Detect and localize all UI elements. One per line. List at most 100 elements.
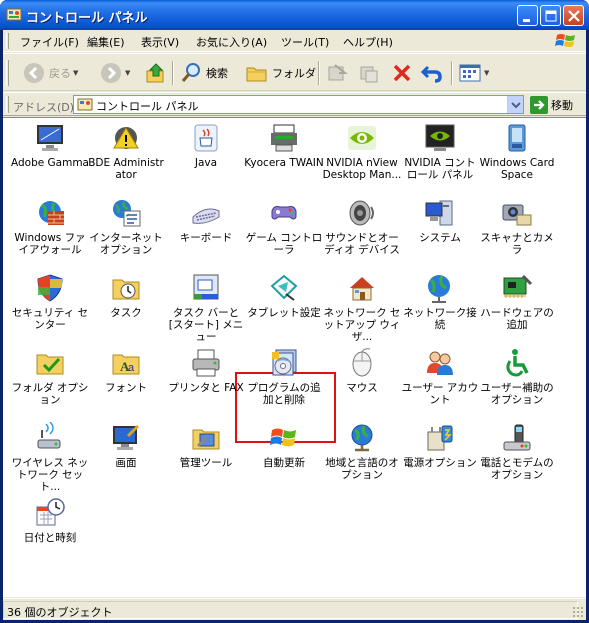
cp-item-20[interactable]: ハードウェアの追加 bbox=[477, 268, 557, 342]
cp-item-6[interactable]: Windows CardSpace bbox=[477, 118, 557, 192]
cp-item-0[interactable]: Adobe Gamma bbox=[10, 118, 90, 192]
minimize-button[interactable] bbox=[517, 5, 538, 26]
forward-dropdown-icon[interactable]: ▼ bbox=[125, 69, 130, 77]
up-folder-button[interactable] bbox=[144, 60, 168, 86]
cp-item-10[interactable]: ゲーム コントローラ bbox=[244, 193, 324, 267]
cp-item-27[interactable]: ユーザー補助のオプション bbox=[477, 343, 557, 417]
keyboard-icon bbox=[192, 208, 220, 224]
cp-item-26[interactable]: ユーザー アカウント bbox=[400, 343, 480, 417]
taskbar-icon bbox=[193, 274, 219, 300]
menu-tools[interactable]: ツール(T) bbox=[281, 34, 329, 50]
search-button[interactable]: 検索 bbox=[179, 60, 228, 86]
cp-item-8[interactable]: インターネット オプション bbox=[86, 193, 166, 267]
explorer-window: コントロール パネル ファイル(F) 編集(E) 表示(V) お気に入り(A) … bbox=[0, 0, 589, 623]
cp-item-29[interactable]: 画面 bbox=[86, 418, 166, 492]
item-label: ハードウェアの追加 bbox=[480, 307, 554, 331]
clock-calendar-icon bbox=[36, 498, 65, 526]
minimize-icon bbox=[523, 19, 530, 22]
network-globe-icon bbox=[428, 275, 450, 303]
item-label: 日付と時刻 bbox=[23, 532, 77, 544]
cp-item-14[interactable]: セキュリティ センター bbox=[10, 268, 90, 342]
cp-item-24[interactable]: プログラムの追加と削除 bbox=[244, 343, 324, 417]
gamepad-icon bbox=[271, 206, 297, 220]
folders-icon bbox=[246, 67, 267, 82]
back-button[interactable]: 戻る ▼ bbox=[22, 60, 78, 86]
control-panel-icon bbox=[6, 8, 22, 21]
cp-item-3[interactable]: Kyocera TWAIN bbox=[244, 118, 324, 192]
security-shield-icon bbox=[37, 274, 63, 302]
maximize-button[interactable] bbox=[540, 5, 561, 26]
item-label: スキャナとカメラ bbox=[480, 232, 554, 256]
cp-item-35[interactable]: 日付と時刻 bbox=[10, 493, 90, 567]
cp-item-7[interactable]: Windows ファイアウォール bbox=[10, 193, 90, 267]
cp-item-11[interactable]: サウンドとオーディオ デバイス bbox=[322, 193, 402, 267]
wireless-icon bbox=[37, 422, 61, 449]
cp-item-5[interactable]: NVIDIA コントロール パネル bbox=[400, 118, 480, 192]
views-dropdown-icon[interactable]: ▼ bbox=[484, 69, 489, 77]
undo-icon bbox=[420, 65, 442, 83]
cp-item-9[interactable]: キーボード bbox=[166, 193, 246, 267]
cp-item-18[interactable]: ネットワーク セットアップ ウィザ... bbox=[322, 268, 402, 343]
address-input[interactable]: コントロール パネル bbox=[73, 95, 524, 114]
status-text: 36 個のオブジェクト bbox=[7, 606, 113, 619]
cp-item-28[interactable]: ワイヤレス ネットワーク セット... bbox=[10, 418, 90, 493]
users-icon bbox=[427, 351, 453, 375]
close-button[interactable] bbox=[563, 5, 584, 26]
resize-grip[interactable] bbox=[572, 606, 584, 618]
cp-item-4[interactable]: NVIDIA nView Desktop Man... bbox=[322, 118, 402, 192]
cp-item-34[interactable]: 電話とモデムのオプション bbox=[477, 418, 557, 492]
forward-button[interactable]: ▼ bbox=[99, 60, 130, 86]
menu-view[interactable]: 表示(V) bbox=[141, 34, 179, 50]
toolbar-separator bbox=[318, 61, 320, 85]
addressbar-grip bbox=[6, 96, 9, 113]
cp-item-21[interactable]: フォルダ オプション bbox=[10, 343, 90, 417]
menu-help[interactable]: ヘルプ(H) bbox=[343, 34, 393, 50]
item-label: タブレット設定 bbox=[247, 307, 321, 319]
java-cup-icon bbox=[194, 124, 218, 152]
cp-item-32[interactable]: 地域と言語のオプション bbox=[322, 418, 402, 492]
copy-to-icon bbox=[360, 66, 378, 83]
cp-item-19[interactable]: ネットワーク接続 bbox=[400, 268, 480, 342]
item-label: キーボード bbox=[179, 232, 233, 244]
menu-edit[interactable]: 編集(E) bbox=[87, 34, 125, 50]
menu-file[interactable]: ファイル(F) bbox=[20, 34, 79, 50]
item-label: 電話とモデムのオプション bbox=[480, 457, 554, 481]
move-to-button[interactable] bbox=[325, 60, 349, 86]
cp-item-2[interactable]: Java bbox=[166, 118, 246, 192]
cp-item-17[interactable]: タブレット設定 bbox=[244, 268, 324, 342]
item-label: Adobe Gamma bbox=[10, 157, 89, 169]
title-bar[interactable]: コントロール パネル bbox=[0, 0, 589, 30]
cp-item-33[interactable]: 電源オプション bbox=[400, 418, 480, 492]
item-label: システム bbox=[419, 232, 461, 244]
cp-item-30[interactable]: 管理ツール bbox=[166, 418, 246, 492]
cp-item-16[interactable]: タスク バーと [スタート] メニュー bbox=[166, 268, 246, 343]
undo-button[interactable] bbox=[420, 60, 444, 86]
cp-item-15[interactable]: タスク bbox=[86, 268, 166, 342]
item-label: 画面 bbox=[115, 457, 137, 469]
delete-button[interactable] bbox=[390, 60, 414, 86]
item-label: BDE Administrator bbox=[88, 157, 164, 181]
item-label: NVIDIA nView Desktop Man... bbox=[322, 157, 402, 181]
folder-options-icon bbox=[36, 354, 64, 375]
hardware-icon bbox=[503, 274, 533, 298]
folders-button[interactable]: フォルダ bbox=[245, 60, 316, 86]
item-label: 管理ツール bbox=[179, 457, 233, 469]
menu-favorites[interactable]: お気に入り(A) bbox=[196, 34, 267, 50]
cp-item-1[interactable]: BDE Administrator bbox=[86, 118, 166, 192]
item-label: サウンドとオーディオ デバイス bbox=[324, 232, 400, 256]
copy-to-button[interactable] bbox=[357, 60, 381, 86]
cp-item-23[interactable]: プリンタと FAX bbox=[166, 343, 246, 417]
back-dropdown-icon[interactable]: ▼ bbox=[73, 69, 78, 77]
back-label: 戻る bbox=[49, 67, 71, 80]
cp-item-13[interactable]: スキャナとカメラ bbox=[477, 193, 557, 267]
views-button[interactable]: ▼ bbox=[458, 60, 489, 86]
cp-item-31[interactable]: 自動更新 bbox=[244, 418, 324, 492]
address-dropdown-button[interactable] bbox=[507, 96, 523, 113]
cp-item-22[interactable]: Aa フォント bbox=[86, 343, 166, 417]
cp-item-12[interactable]: システム bbox=[400, 193, 480, 267]
cp-item-25[interactable]: マウス bbox=[322, 343, 402, 417]
item-label: NVIDIA コントロール パネル bbox=[404, 157, 476, 181]
go-button[interactable]: 移動 bbox=[530, 96, 573, 114]
phone-modem-icon bbox=[503, 424, 531, 451]
folders-label: フォルダ bbox=[272, 67, 316, 80]
